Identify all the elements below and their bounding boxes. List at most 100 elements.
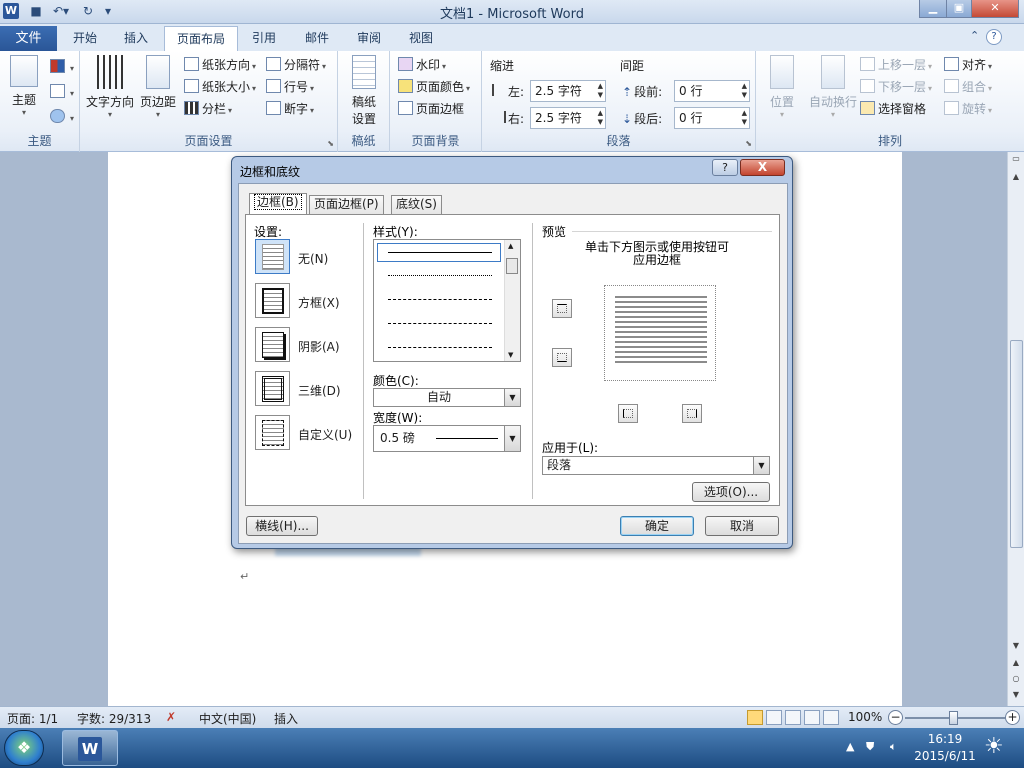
preview-area[interactable] — [604, 285, 716, 381]
tab-home[interactable]: 开始 — [62, 26, 108, 51]
theme-fonts-button[interactable]: ▾ — [50, 82, 74, 102]
align-button[interactable]: 对齐 ▾ — [944, 55, 992, 75]
bring-forward-button[interactable]: 上移一层 ▾ — [860, 55, 932, 75]
tab-view[interactable]: 视图 — [398, 26, 444, 51]
setting-custom-label[interactable]: 自定义(U) — [298, 426, 352, 443]
volume-icon[interactable]: 🔈︎ — [890, 740, 897, 754]
theme-colors-button[interactable]: ▾ — [50, 57, 74, 77]
page-setup-launcher-icon[interactable]: ⬊ — [327, 139, 334, 148]
draft-view-icon[interactable] — [823, 710, 839, 725]
ok-button[interactable]: 确定 — [620, 516, 694, 536]
cancel-button[interactable]: 取消 — [705, 516, 779, 536]
zoom-slider-knob[interactable] — [949, 711, 958, 725]
taskbar-clock[interactable]: 16:19 2015/6/11 — [912, 731, 978, 765]
setting-shadow-icon[interactable] — [255, 327, 290, 362]
close-window-button[interactable]: ✕ — [971, 0, 1019, 18]
collapse-ribbon-icon[interactable]: ⌃ — [970, 29, 979, 42]
send-backward-button[interactable]: 下移一层 ▾ — [860, 77, 932, 97]
chevron-down-icon[interactable]: ▼ — [753, 457, 769, 474]
setting-3d-icon[interactable] — [255, 371, 290, 406]
minimize-button[interactable]: ▁ — [919, 0, 947, 18]
dialog-close-button[interactable]: X — [740, 159, 785, 176]
scroll-up-icon[interactable]: ▲ — [508, 242, 513, 250]
proofing-icon[interactable]: ✗ — [166, 710, 176, 724]
zoom-level[interactable]: 100% — [848, 710, 882, 724]
line-numbers-button[interactable]: 行号 ▾ — [266, 77, 314, 97]
setting-box-label[interactable]: 方框(X) — [298, 294, 340, 311]
full-screen-reading-icon[interactable] — [766, 710, 782, 725]
setting-shadow-label[interactable]: 阴影(A) — [298, 338, 340, 355]
style-solid-line[interactable] — [388, 252, 492, 253]
scroll-up-icon[interactable]: ▲ — [1008, 172, 1024, 181]
insert-mode-indicator[interactable]: 插入 — [274, 710, 298, 727]
taskbar-word-button[interactable]: W — [62, 730, 118, 766]
selection-pane-button[interactable]: 选择窗格 — [860, 99, 926, 119]
scroll-thumb[interactable] — [1010, 340, 1023, 548]
indent-left-spinner[interactable]: 2.5 字符 ▲ ▼ — [530, 80, 606, 102]
spacing-after-spinner[interactable]: 0 行 ▲ ▼ — [674, 107, 750, 129]
spacing-before-spinner[interactable]: 0 行 ▲ ▼ — [674, 80, 750, 102]
next-page-icon[interactable]: ▼ — [1008, 690, 1024, 699]
theme-effects-button[interactable]: ▾ — [50, 107, 74, 127]
setting-box-icon[interactable] — [255, 283, 290, 318]
page-count[interactable]: 页面: 1/1 — [7, 710, 58, 727]
apply-to-dropdown[interactable]: 段落 ▼ — [542, 456, 770, 475]
tab-page-border[interactable]: 页面边框(P) — [309, 195, 384, 214]
help-icon[interactable]: ? — [986, 29, 1002, 45]
themes-button[interactable]: 主题 ▾ — [6, 55, 42, 117]
setting-none-icon[interactable] — [255, 239, 290, 274]
tab-review[interactable]: 审阅 — [346, 26, 392, 51]
left-border-button[interactable] — [618, 404, 638, 423]
watermark-button[interactable]: 水印 ▾ — [398, 55, 446, 75]
paragraph-launcher-icon[interactable]: ⬊ — [745, 139, 752, 148]
dialog-help-button[interactable]: ? — [712, 159, 738, 176]
tab-insert[interactable]: 插入 — [112, 26, 160, 51]
word-count[interactable]: 字数: 29/313 — [77, 710, 151, 727]
margins-button[interactable]: 页边距 ▾ — [138, 55, 178, 119]
manuscript-settings-button[interactable]: 稿纸 设置 — [344, 55, 384, 127]
weather-icon[interactable]: ☀︎ — [984, 734, 1004, 759]
setting-none-label[interactable]: 无(N) — [298, 250, 328, 267]
size-button[interactable]: 纸张大小 ▾ — [184, 77, 256, 97]
text-direction-button[interactable]: 文字方向 ▾ — [86, 55, 134, 119]
position-button[interactable]: 位置 ▾ — [762, 55, 802, 119]
tab-borders[interactable]: 边框(B) — [249, 193, 307, 215]
page-borders-button[interactable]: 页面边框 — [398, 99, 464, 119]
print-layout-view-icon[interactable] — [747, 710, 763, 725]
wrap-text-button[interactable]: 自动换行 ▾ — [806, 55, 860, 119]
orientation-button[interactable]: 纸张方向 ▾ — [184, 55, 256, 75]
breaks-button[interactable]: 分隔符 ▾ — [266, 55, 326, 75]
tab-mailings[interactable]: 邮件 — [294, 26, 340, 51]
horizontal-line-button[interactable]: 横线(H)... — [246, 516, 318, 536]
security-shield-icon[interactable]: ⛊ — [866, 740, 874, 754]
zoom-out-icon[interactable]: − — [888, 710, 903, 725]
style-list-scrollbar[interactable]: ▲ ▼ — [504, 240, 520, 361]
style-dash-dot-line[interactable] — [388, 347, 492, 348]
style-scroll-thumb[interactable] — [506, 258, 518, 274]
zoom-in-icon[interactable]: + — [1005, 710, 1020, 725]
maximize-button[interactable]: ▣ — [946, 0, 972, 18]
columns-button[interactable]: 分栏 ▾ — [184, 99, 232, 119]
style-list[interactable]: ▲ ▼ — [373, 239, 521, 362]
top-border-button[interactable] — [552, 299, 572, 318]
tab-page-layout[interactable]: 页面布局 — [164, 26, 238, 52]
browse-object-icon[interactable]: ○ — [1008, 674, 1024, 683]
right-border-button[interactable] — [682, 404, 702, 423]
bottom-border-button[interactable] — [552, 348, 572, 367]
vertical-scrollbar[interactable]: ▭ ▲ ▼ ▲ ○ ▼ — [1007, 152, 1024, 706]
tab-shading[interactable]: 底纹(S) — [391, 195, 442, 214]
chevron-down-icon[interactable]: ▼ — [504, 426, 520, 451]
group-objects-button[interactable]: 组合 ▾ — [944, 77, 992, 97]
style-dash-small-line[interactable] — [388, 299, 492, 300]
color-dropdown[interactable]: 自动 ▼ — [373, 388, 521, 407]
show-hidden-icons-icon[interactable]: ▲ — [846, 740, 854, 753]
style-dotted-line[interactable] — [388, 275, 492, 276]
width-dropdown[interactable]: 0.5 磅 ▼ — [373, 425, 521, 452]
tab-references[interactable]: 引用 — [242, 26, 286, 51]
outline-view-icon[interactable] — [804, 710, 820, 725]
start-button[interactable]: ❖ — [4, 730, 44, 766]
setting-custom-icon[interactable] — [255, 415, 290, 450]
page-color-button[interactable]: 页面颜色 ▾ — [398, 77, 470, 97]
scroll-down-icon[interactable]: ▼ — [1008, 641, 1024, 650]
options-button[interactable]: 选项(O)... — [692, 482, 770, 502]
